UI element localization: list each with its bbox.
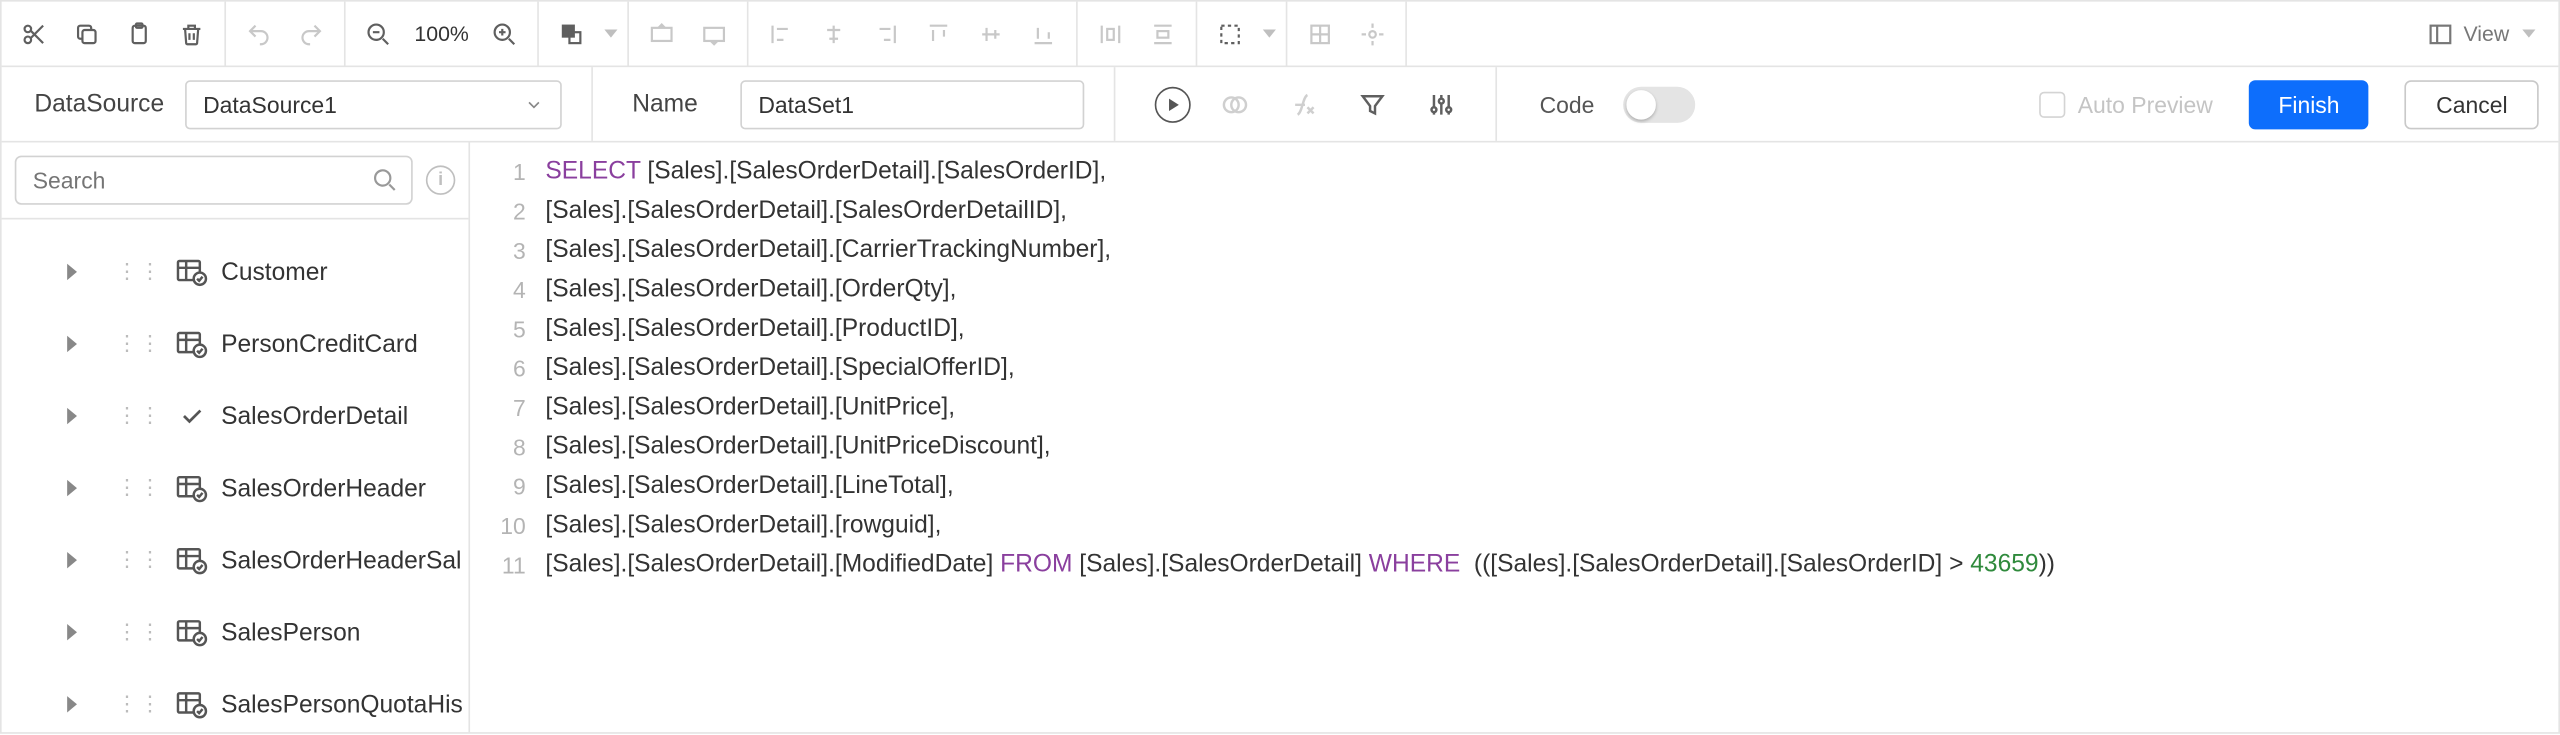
- distribute-v-icon: [1140, 11, 1186, 57]
- align-right-icon: [864, 11, 910, 57]
- paste-icon[interactable]: [116, 11, 162, 57]
- chevron-down-icon[interactable]: [1263, 29, 1276, 37]
- zoom-out-icon[interactable]: [355, 11, 401, 57]
- group-icon: [639, 11, 685, 57]
- table-icon: [175, 545, 208, 574]
- chevron-right-icon: [67, 624, 77, 640]
- ungroup-icon: [692, 11, 738, 57]
- view-label: View: [2463, 21, 2509, 46]
- table-label: SalesPerson: [221, 618, 360, 646]
- zoom-level[interactable]: 100%: [408, 21, 476, 46]
- table-item[interactable]: ⋮⋮ SalesOrderHeaderSal: [2, 524, 469, 596]
- fx-icon: [1279, 79, 1328, 128]
- code-toggle-label: Code: [1540, 91, 1595, 117]
- table-item[interactable]: ⋮⋮ SalesOrderDetail: [2, 380, 469, 452]
- table-label: SalesOrderHeader: [221, 474, 426, 502]
- auto-preview-option: Auto Preview: [2038, 91, 2212, 117]
- redo-icon[interactable]: [288, 11, 334, 57]
- help-icon[interactable]: i: [426, 165, 455, 194]
- chevron-right-icon: [67, 552, 77, 568]
- drag-handle-icon[interactable]: ⋮⋮: [116, 547, 162, 573]
- delete-icon[interactable]: [169, 11, 215, 57]
- datasource-label: DataSource: [2, 90, 166, 118]
- line-gutter: 1234567891011: [470, 142, 536, 732]
- venn-icon: [1210, 79, 1259, 128]
- tables-sidebar: i ⋮⋮ Customer ⋮⋮ PersonCreditCard ⋮⋮ Sal…: [2, 142, 470, 732]
- drag-handle-icon[interactable]: ⋮⋮: [116, 331, 162, 357]
- chevron-down-icon: [524, 94, 544, 114]
- drag-handle-icon[interactable]: ⋮⋮: [116, 403, 162, 429]
- cancel-button[interactable]: Cancel: [2405, 79, 2539, 128]
- table-label: SalesPersonQuotaHis: [221, 690, 463, 718]
- datasource-select[interactable]: DataSource1: [185, 79, 562, 128]
- snap-guides-icon: [1350, 11, 1396, 57]
- table-label: SalesOrderDetail: [221, 402, 408, 430]
- table-icon: [175, 690, 208, 719]
- table-item[interactable]: ⋮⋮ SalesOrderHeader: [2, 452, 469, 524]
- auto-preview-label: Auto Preview: [2078, 91, 2213, 117]
- filter-icon[interactable]: [1348, 79, 1397, 128]
- zoom-in-icon[interactable]: [482, 11, 528, 57]
- table-item[interactable]: ⋮⋮ Customer: [2, 236, 469, 308]
- chevron-right-icon: [67, 408, 77, 424]
- drag-handle-icon[interactable]: ⋮⋮: [116, 619, 162, 645]
- table-icon: [175, 329, 208, 358]
- drag-handle-icon[interactable]: ⋮⋮: [116, 259, 162, 285]
- sql-code[interactable]: SELECT [Sales].[SalesOrderDetail].[Sales…: [536, 142, 2559, 732]
- chevron-right-icon: [67, 336, 77, 352]
- table-label: Customer: [221, 258, 328, 286]
- dataset-config-bar: DataSource DataSource1 Name Code: [2, 67, 2559, 142]
- bring-front-icon[interactable]: [549, 11, 595, 57]
- drag-handle-icon[interactable]: ⋮⋮: [116, 691, 162, 717]
- distribute-h-icon: [1088, 11, 1134, 57]
- table-item[interactable]: ⋮⋮ SalesPerson: [2, 596, 469, 668]
- dataset-name-input[interactable]: [740, 79, 1084, 128]
- undo-icon[interactable]: [236, 11, 282, 57]
- align-top-icon: [916, 11, 962, 57]
- chevron-right-icon: [67, 480, 77, 496]
- select-area-icon[interactable]: [1208, 11, 1254, 57]
- auto-preview-checkbox[interactable]: [2038, 91, 2064, 117]
- table-item[interactable]: ⋮⋮ PersonCreditCard: [2, 308, 469, 380]
- table-label: SalesOrderHeaderSal: [221, 546, 461, 574]
- table-icon: [175, 617, 208, 646]
- table-icon: [175, 257, 208, 286]
- table-label: PersonCreditCard: [221, 330, 418, 358]
- table-icon: [175, 473, 208, 502]
- align-middle-v-icon: [968, 11, 1014, 57]
- sql-editor[interactable]: 1234567891011 SELECT [Sales].[SalesOrder…: [470, 142, 2558, 732]
- name-label: Name: [622, 90, 720, 118]
- sliders-icon[interactable]: [1417, 79, 1466, 128]
- table-item[interactable]: ⋮⋮ SalesPersonQuotaHis: [2, 668, 469, 732]
- cut-icon[interactable]: [11, 11, 57, 57]
- search-input[interactable]: [29, 165, 371, 194]
- chevron-down-icon: [2522, 29, 2535, 37]
- view-menu[interactable]: View: [2414, 2, 2558, 66]
- chevron-down-icon[interactable]: [605, 29, 618, 37]
- tables-tree: ⋮⋮ Customer ⋮⋮ PersonCreditCard ⋮⋮ Sales…: [2, 219, 469, 732]
- run-query-icon[interactable]: [1155, 86, 1191, 122]
- finish-button[interactable]: Finish: [2249, 79, 2369, 128]
- align-left-icon: [759, 11, 805, 57]
- snap-grid-icon: [1298, 11, 1344, 57]
- align-center-h-icon: [811, 11, 857, 57]
- check-icon: [175, 401, 208, 430]
- search-icon: [372, 167, 398, 193]
- search-input-wrapper[interactable]: [15, 156, 413, 205]
- code-toggle[interactable]: [1624, 86, 1696, 122]
- chevron-right-icon: [67, 264, 77, 280]
- main-toolbar: 100%: [2, 2, 2559, 68]
- drag-handle-icon[interactable]: ⋮⋮: [116, 475, 162, 501]
- align-bottom-icon: [1021, 11, 1067, 57]
- copy-icon[interactable]: [64, 11, 110, 57]
- chevron-right-icon: [67, 696, 77, 712]
- datasource-value: DataSource1: [203, 91, 337, 117]
